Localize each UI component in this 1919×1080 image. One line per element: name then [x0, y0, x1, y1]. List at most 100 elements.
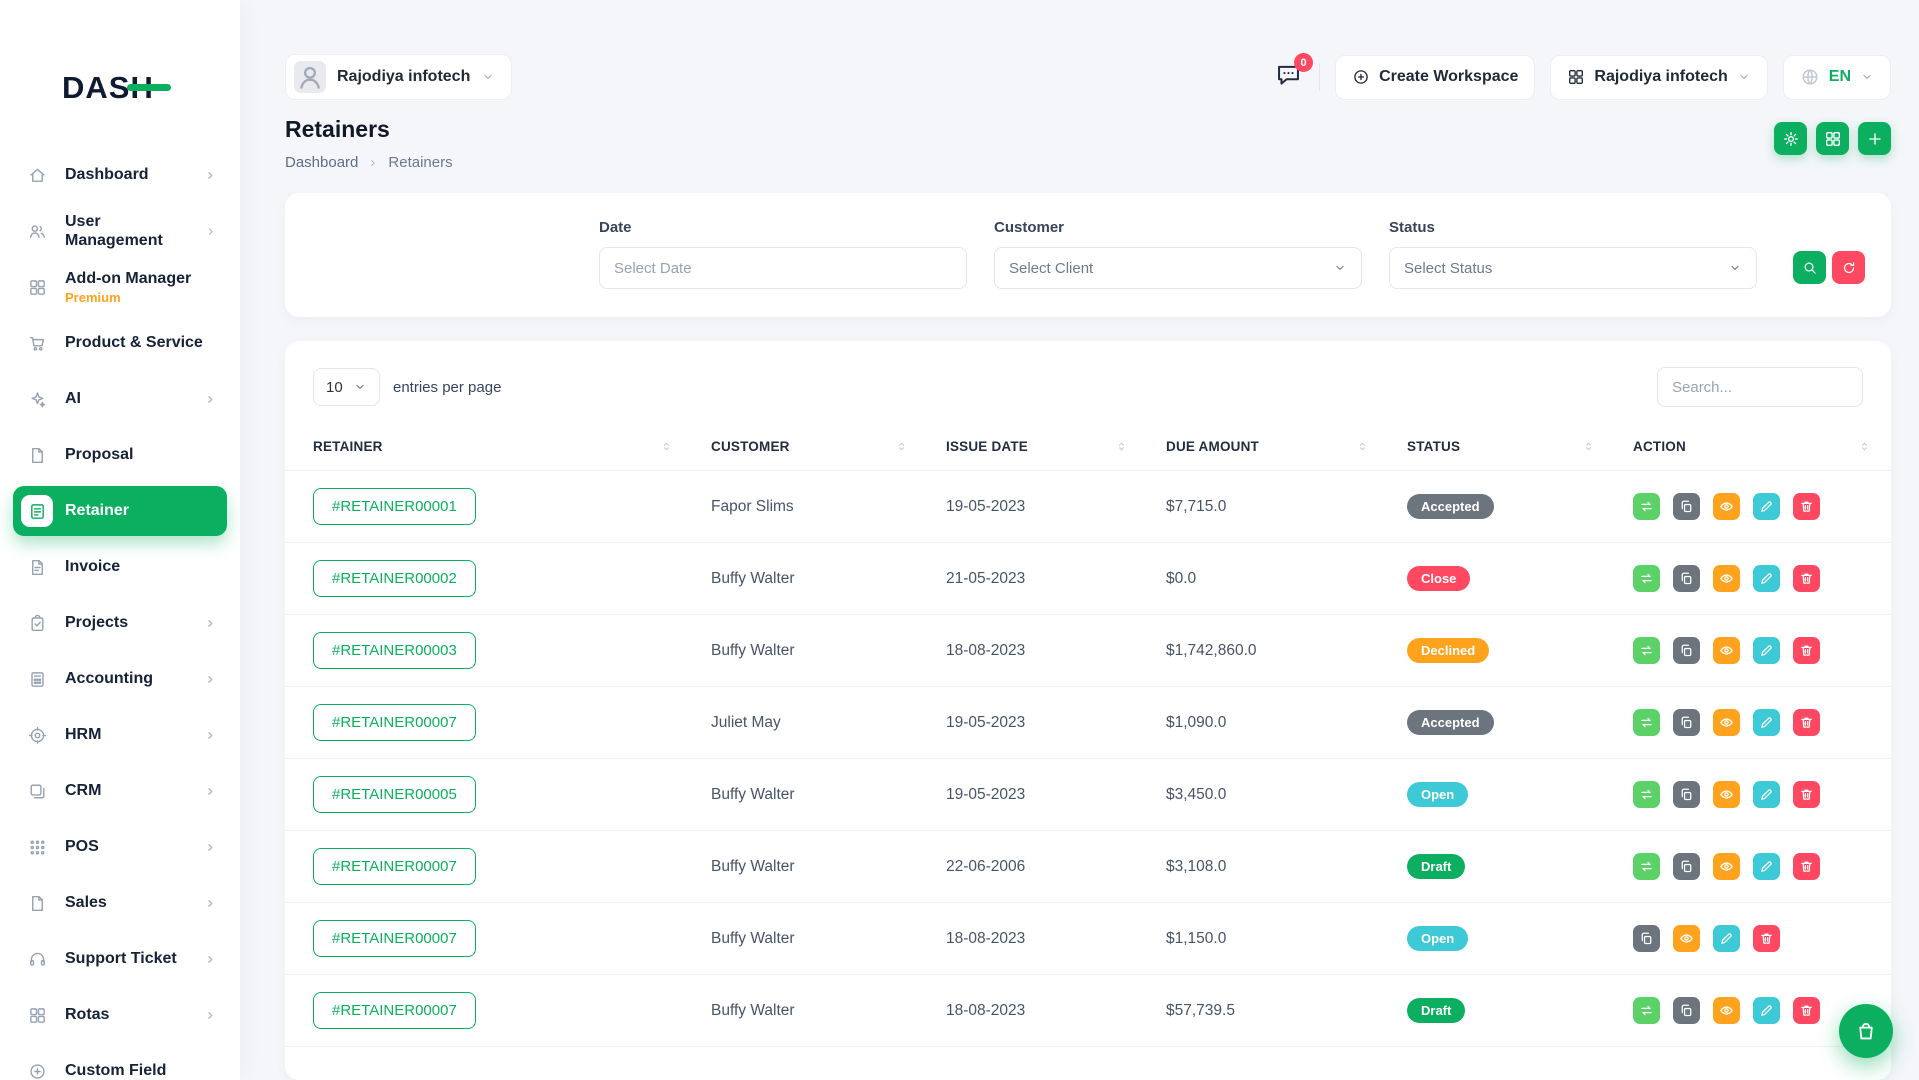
delete-button[interactable] — [1793, 781, 1820, 808]
breadcrumb-dashboard-link[interactable]: Dashboard — [285, 154, 358, 171]
apply-filter-button[interactable] — [1793, 251, 1826, 284]
sidebar-item-crm[interactable]: CRM — [13, 766, 227, 816]
retainer-number-link[interactable]: #RETAINER00002 — [313, 560, 476, 597]
view-button[interactable] — [1713, 565, 1740, 592]
duplicate-button[interactable] — [1673, 997, 1700, 1024]
view-button[interactable] — [1673, 925, 1700, 952]
delete-button[interactable] — [1793, 709, 1820, 736]
sidebar-item-dashboard[interactable]: Dashboard — [13, 150, 227, 200]
retainer-number-link[interactable]: #RETAINER00007 — [313, 848, 476, 885]
retainer-number-link[interactable]: #RETAINER00001 — [313, 488, 476, 525]
sidebar-item-accounting[interactable]: Accounting — [13, 654, 227, 704]
sort-icon[interactable] — [1356, 440, 1369, 453]
sidebar-item-ai[interactable]: AI — [13, 374, 227, 424]
column-header-issue-date: ISSUE DATE — [946, 439, 1028, 454]
date-filter-input[interactable] — [599, 247, 967, 289]
table-row: #RETAINER00002Buffy Walter21-05-2023$0.0… — [285, 543, 1891, 615]
delete-button[interactable] — [1793, 997, 1820, 1024]
sidebar-item-custom-field[interactable]: Custom Field — [13, 1046, 227, 1080]
sidebar-item-support-ticket[interactable]: Support Ticket — [13, 934, 227, 984]
chevron-down-icon — [481, 70, 495, 84]
dots-grid-icon — [21, 831, 53, 863]
sidebar-item-sales[interactable]: Sales — [13, 878, 227, 928]
edit-button[interactable] — [1713, 925, 1740, 952]
workspace-selector[interactable]: Rajodiya infotech — [285, 54, 512, 100]
sidebar-item-rotas[interactable]: Rotas — [13, 990, 227, 1040]
convert-button[interactable] — [1633, 637, 1660, 664]
calculator-icon — [21, 663, 53, 695]
delete-button[interactable] — [1793, 853, 1820, 880]
sidebar-item-proposal[interactable]: Proposal — [13, 430, 227, 480]
language-selector[interactable]: EN — [1783, 55, 1891, 100]
entries-per-page-select[interactable]: 10 — [313, 368, 380, 406]
edit-button[interactable] — [1753, 853, 1780, 880]
sort-icon[interactable] — [895, 440, 908, 453]
duplicate-button[interactable] — [1673, 853, 1700, 880]
status-filter-select[interactable]: Select Status — [1389, 247, 1757, 289]
delete-button[interactable] — [1793, 565, 1820, 592]
sidebar-item-retainer[interactable]: Retainer — [13, 486, 227, 536]
create-workspace-button[interactable]: Create Workspace — [1335, 55, 1535, 100]
sort-icon[interactable] — [1582, 440, 1595, 453]
edit-button[interactable] — [1753, 709, 1780, 736]
retainer-number-link[interactable]: #RETAINER00007 — [313, 920, 476, 957]
sort-icon[interactable] — [660, 440, 673, 453]
edit-button[interactable] — [1753, 493, 1780, 520]
view-button[interactable] — [1713, 997, 1740, 1024]
chevron-right-icon — [204, 785, 217, 798]
settings-button[interactable] — [1774, 122, 1807, 155]
sidebar-item-hrm[interactable]: HRM — [13, 710, 227, 760]
view-button[interactable] — [1713, 853, 1740, 880]
reset-filter-button[interactable] — [1832, 251, 1865, 284]
delete-button[interactable] — [1753, 925, 1780, 952]
sidebar-item-product-service[interactable]: Product & Service — [13, 318, 227, 368]
edit-button[interactable] — [1753, 781, 1780, 808]
sidebar-item-projects[interactable]: Projects — [13, 598, 227, 648]
trash-icon — [1799, 643, 1814, 658]
convert-button[interactable] — [1633, 493, 1660, 520]
sidebar-item-label: Sales — [65, 893, 107, 912]
retainer-number-link[interactable]: #RETAINER00007 — [313, 704, 476, 741]
floating-cart-button[interactable] — [1839, 1004, 1893, 1058]
view-button[interactable] — [1713, 709, 1740, 736]
convert-button[interactable] — [1633, 853, 1660, 880]
duplicate-button[interactable] — [1673, 709, 1700, 736]
duplicate-button[interactable] — [1673, 565, 1700, 592]
status-filter: Status Select Status — [1389, 219, 1757, 289]
duplicate-button[interactable] — [1673, 493, 1700, 520]
grid-view-button[interactable] — [1816, 122, 1849, 155]
table-search-input[interactable] — [1657, 367, 1863, 407]
sidebar-item-add-on-manager[interactable]: Add-on ManagerPremium — [13, 262, 227, 312]
delete-button[interactable] — [1793, 493, 1820, 520]
pencil-icon — [1719, 931, 1734, 946]
duplicate-button[interactable] — [1673, 781, 1700, 808]
row-actions — [1633, 853, 1891, 880]
view-button[interactable] — [1713, 781, 1740, 808]
sort-icon[interactable] — [1858, 440, 1871, 453]
duplicate-button[interactable] — [1633, 925, 1660, 952]
sidebar-item-invoice[interactable]: Invoice — [13, 542, 227, 592]
brand-logo[interactable]: DASH — [62, 70, 154, 106]
view-button[interactable] — [1713, 637, 1740, 664]
add-retainer-button[interactable] — [1858, 122, 1891, 155]
retainer-number-link[interactable]: #RETAINER00005 — [313, 776, 476, 813]
customer-filter-select[interactable]: Select Client — [994, 247, 1362, 289]
sidebar-item-pos[interactable]: POS — [13, 822, 227, 872]
convert-button[interactable] — [1633, 709, 1660, 736]
edit-button[interactable] — [1753, 565, 1780, 592]
retainer-number-link[interactable]: #RETAINER00003 — [313, 632, 476, 669]
convert-button[interactable] — [1633, 781, 1660, 808]
edit-button[interactable] — [1753, 997, 1780, 1024]
company-selector[interactable]: Rajodiya infotech — [1550, 55, 1767, 100]
messages-button[interactable]: 0 — [1273, 60, 1304, 94]
edit-button[interactable] — [1753, 637, 1780, 664]
sidebar-item-user-management[interactable]: User Management — [13, 206, 227, 256]
retainer-number-link[interactable]: #RETAINER00007 — [313, 992, 476, 1029]
convert-button[interactable] — [1633, 565, 1660, 592]
duplicate-button[interactable] — [1673, 637, 1700, 664]
convert-button[interactable] — [1633, 997, 1660, 1024]
chevron-right-icon — [204, 897, 217, 910]
view-button[interactable] — [1713, 493, 1740, 520]
delete-button[interactable] — [1793, 637, 1820, 664]
sort-icon[interactable] — [1115, 440, 1128, 453]
